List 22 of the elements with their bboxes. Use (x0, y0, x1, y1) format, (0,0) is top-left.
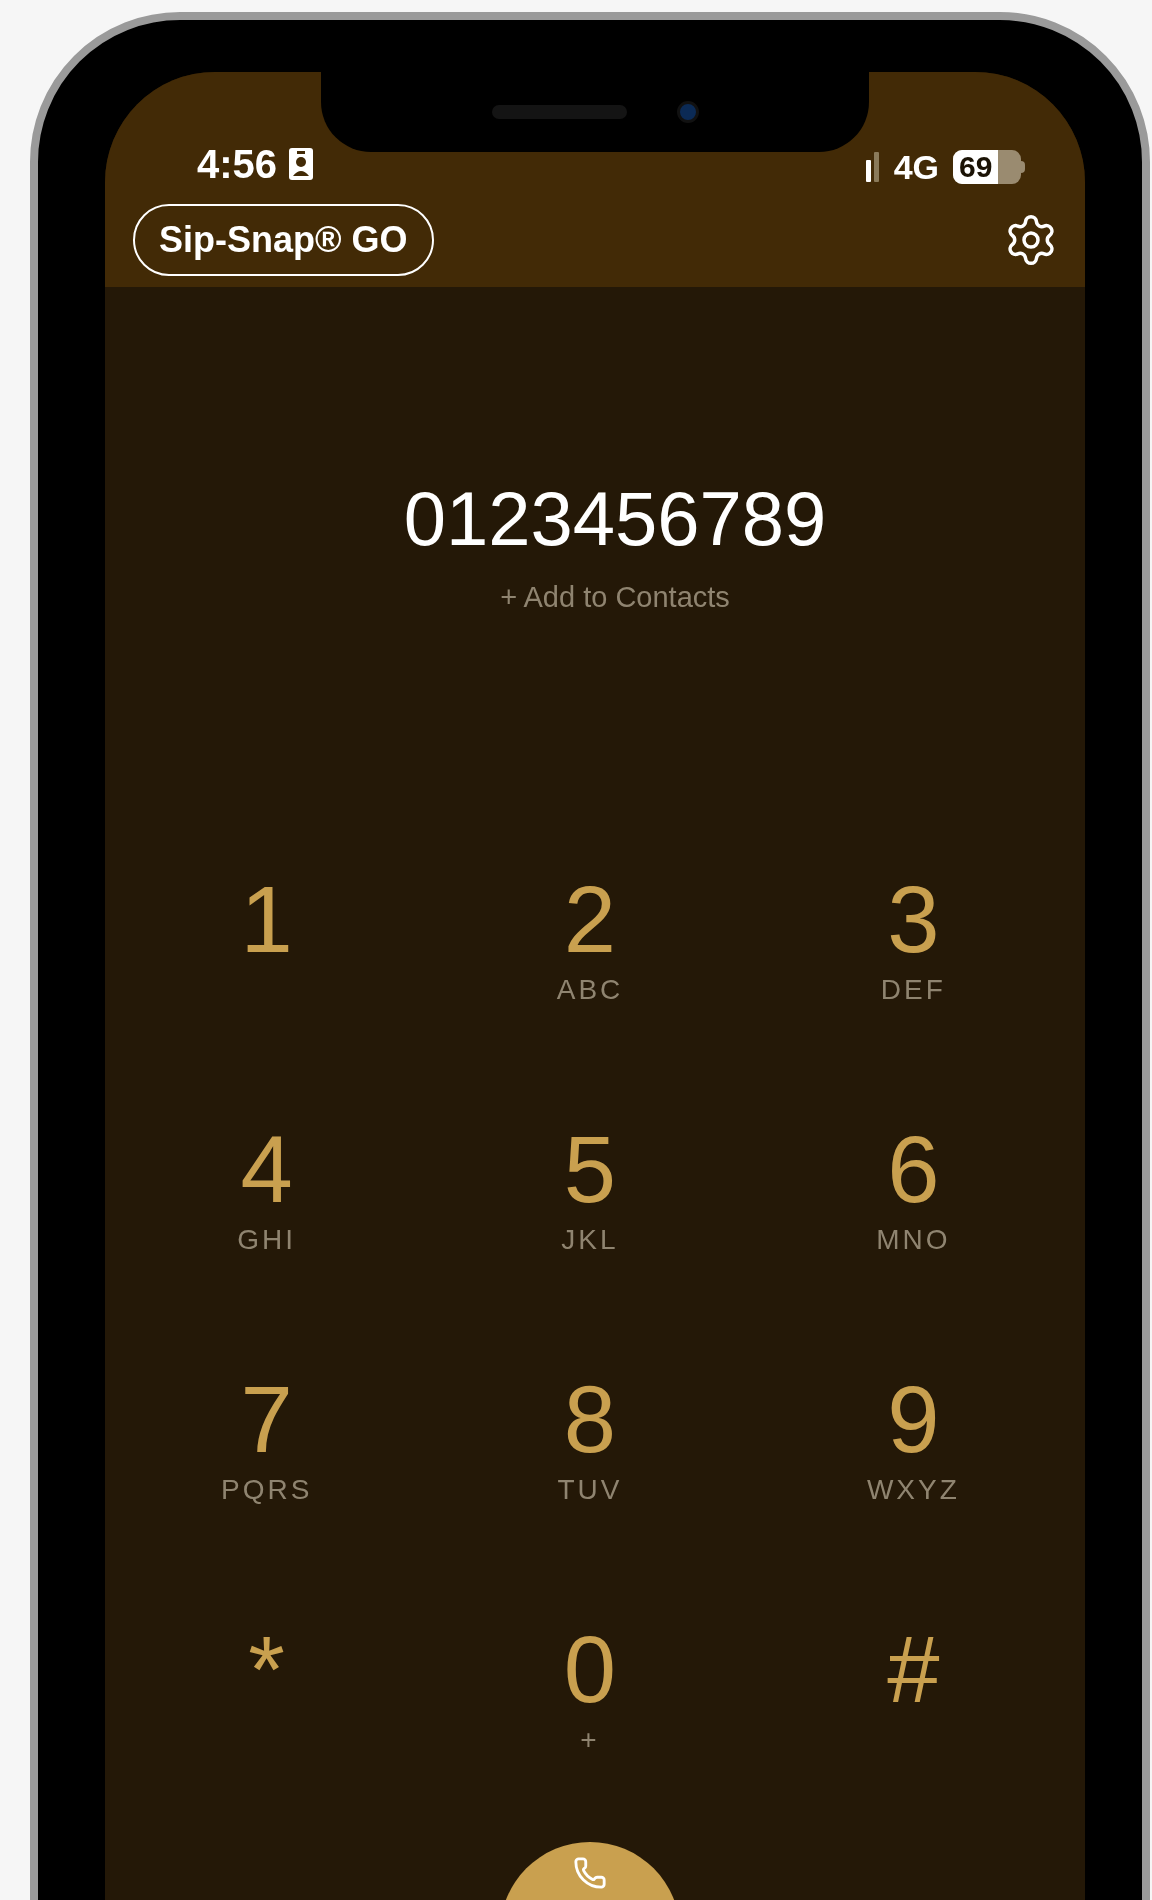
phone-icon (573, 1856, 607, 1890)
dial-key[interactable]: 4 GHI (105, 1122, 429, 1322)
dial-key[interactable]: 6 MNO (751, 1122, 1075, 1322)
battery-indicator: 69 (953, 150, 1025, 184)
dial-key[interactable]: 1 (105, 872, 429, 1072)
network-type: 4G (893, 150, 939, 184)
signal-icon (865, 152, 880, 182)
dialed-number: 0123456789 (402, 477, 827, 561)
dial-key[interactable]: 7 PQRS (105, 1372, 429, 1572)
contact-card-icon (289, 148, 314, 180)
dial-key[interactable]: 8 TUV (428, 1372, 752, 1572)
camera-lens (676, 101, 699, 123)
add-to-contacts-link[interactable]: + Add to Contacts (460, 579, 730, 615)
dial-key[interactable]: * (105, 1622, 429, 1822)
status-time: 4:56 (197, 144, 278, 184)
dial-key[interactable]: 2 ABC (428, 872, 752, 1072)
dial-key[interactable]: 5 JKL (428, 1122, 752, 1322)
dial-key[interactable]: 3 DEF (751, 872, 1075, 1072)
dial-key[interactable]: 0 + (428, 1622, 752, 1822)
app-name-button[interactable]: Sip-Snap® GO (133, 203, 434, 276)
dial-key[interactable]: 9 WXYZ (751, 1372, 1075, 1572)
dial-key[interactable]: # (751, 1622, 1075, 1822)
